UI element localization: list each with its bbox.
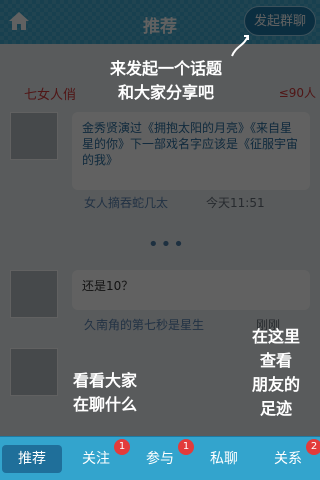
avatar[interactable] [10, 112, 58, 160]
tab-badge: 1 [114, 439, 130, 455]
top-bar: 推荐 发起群聊 [0, 0, 320, 44]
message-author[interactable]: 久南角的第七秒是星生 [84, 316, 204, 333]
tab-label: 关注 [82, 451, 110, 467]
tip-start-topic: 来发起一个话题 和大家分享吧 [86, 57, 246, 105]
tab-label: 关系 [274, 451, 302, 467]
message-bubble[interactable]: 还是10？ [72, 270, 310, 310]
tip-text: 看看大家 在聊什么 [72, 371, 137, 414]
tip-text: 在这里 查看 朋友的 足迹 [251, 327, 300, 418]
group-member-count: ≤90人 [278, 86, 316, 100]
message-author[interactable]: 女人摘吞蛇几太 [84, 194, 168, 211]
tab-recommend[interactable]: 推荐 [2, 445, 62, 473]
message-bubble[interactable]: 金秀贤演过《拥抱太阳的月亮》《来自星星的你》下一部戏名字应该是《征服宇宙的我》 [72, 112, 310, 190]
tab-badge: 2 [306, 439, 320, 455]
message-time: 今天11:51 [206, 196, 265, 210]
tab-label: 私聊 [210, 451, 238, 467]
avatar[interactable] [10, 270, 58, 318]
tab-label: 推荐 [18, 451, 46, 467]
tip-text: 来发起一个话题 和大家分享吧 [109, 59, 222, 102]
tab-following[interactable]: 关注 1 [66, 439, 130, 473]
tip-friends-footprint: 在这里 查看 朋友的 足迹 [236, 325, 316, 421]
more-dots[interactable]: ••• [148, 234, 186, 255]
tab-label: 参与 [146, 451, 174, 467]
bottom-tab-bar: 推荐 关注 1 参与 1 私聊 关系 2 [0, 436, 320, 480]
tab-badge: 1 [178, 439, 194, 455]
tab-private-chat[interactable]: 私聊 [194, 445, 254, 473]
tip-see-others: 看看大家 在聊什么 [60, 369, 150, 417]
tab-participating[interactable]: 参与 1 [130, 439, 194, 473]
squiggle-arrow-icon [231, 35, 249, 57]
group-name: 七女人俏 [24, 88, 77, 103]
avatar[interactable] [10, 348, 58, 396]
tab-relations[interactable]: 关系 2 [258, 439, 320, 473]
